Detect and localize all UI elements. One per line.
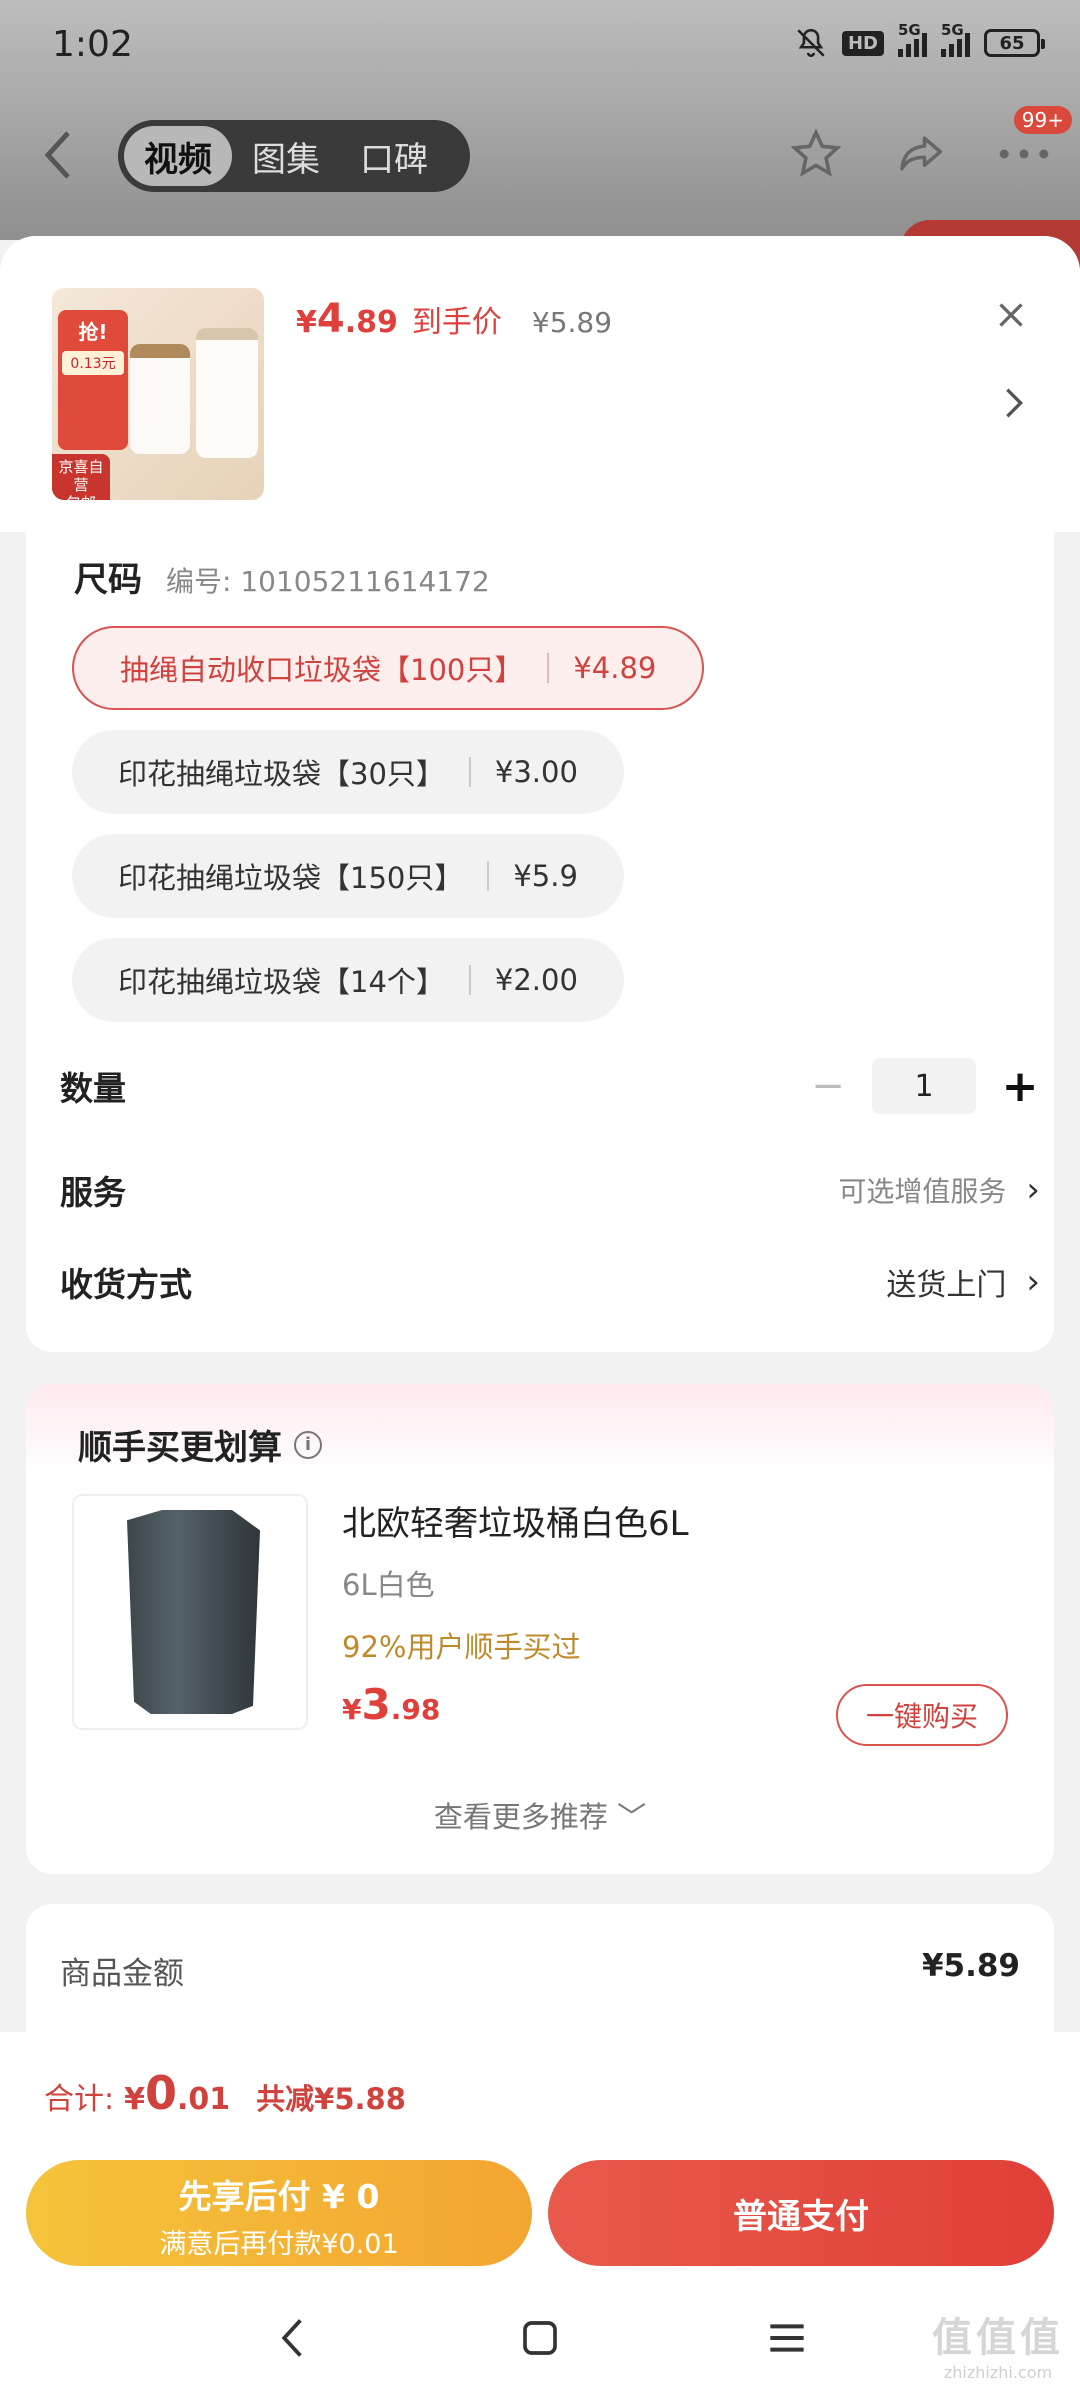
spec-label: 尺码 (74, 560, 142, 600)
spec-option-30[interactable]: 印花抽绳垃圾袋【30只】 ¥3.00 (72, 730, 624, 814)
amount-label: 商品金额 (60, 1956, 184, 1992)
final-price: ¥4.89 (296, 296, 398, 342)
decrease-button[interactable]: − (808, 1063, 848, 1109)
spec-option-name: 抽绳自动收口垃圾袋【100只】 (120, 653, 524, 687)
recommended-product-price: ¥3.98 (342, 1680, 441, 1729)
network-type-label-2: 5G (941, 21, 964, 39)
see-more-recommendations[interactable]: 查看更多推荐 ﹀ (26, 1794, 1054, 1836)
watermark: 值值值 zhizhizhi.com (932, 2315, 1064, 2382)
close-icon[interactable] (986, 292, 1036, 342)
service-value: 可选增值服务 › (838, 1170, 1040, 1210)
quantity-row: 数量 − 1 + (60, 1046, 1040, 1126)
mute-bell-icon (794, 26, 828, 60)
service-row[interactable]: 服务 可选增值服务 › (60, 1150, 1040, 1230)
product-thumbnail[interactable]: 抢! 0.13元 京喜自营 包邮 (52, 288, 264, 500)
spec-option-100[interactable]: 抽绳自动收口垃圾袋【100只】 ¥4.89 (72, 626, 705, 710)
spec-option-price: ¥3.00 (494, 755, 578, 789)
recommended-product-spec: 6L白色 (342, 1568, 435, 1602)
system-home-icon[interactable] (500, 2298, 580, 2378)
increase-button[interactable]: + (1000, 1061, 1040, 1112)
chevron-right-icon[interactable] (1004, 386, 1024, 429)
hd-icon: HD (841, 30, 884, 56)
status-time: 1:02 (52, 24, 133, 65)
spec-option-name: 印花抽绳垃圾袋【30只】 (118, 757, 445, 791)
tab-gallery[interactable]: 图集 (232, 126, 340, 186)
price-row: ¥4.89 到手价 ¥5.89 (296, 296, 612, 342)
spec-option-14[interactable]: 印花抽绳垃圾袋【14个】 ¥2.00 (72, 938, 624, 1022)
service-label: 服务 (60, 1173, 126, 1212)
system-back-icon[interactable] (253, 2298, 333, 2378)
spec-option-name: 印花抽绳垃圾袋【150只】 (118, 861, 464, 895)
tab-reviews[interactable]: 口碑 (340, 126, 448, 186)
signal-icon: 5G (898, 21, 927, 57)
total-label: 合计: (44, 2082, 115, 2117)
quantity-stepper: − 1 + (808, 1058, 1040, 1114)
quantity-value[interactable]: 1 (872, 1058, 976, 1114)
delivery-label: 收货方式 (60, 1265, 192, 1304)
more-icon[interactable]: 99+ (994, 106, 1072, 184)
star-icon[interactable] (786, 124, 846, 184)
share-icon[interactable] (890, 124, 950, 184)
recommendation-title: 顺手买更划算 i (78, 1420, 322, 1469)
delivery-row[interactable]: 收货方式 送货上门 › (60, 1242, 1040, 1322)
checkout-footer: 合计: ¥0.01 共减¥5.88 先享后付 ¥ 0 满意后再付款¥0.01 普… (0, 2032, 1080, 2400)
back-icon[interactable] (40, 125, 90, 185)
network-type-label: 5G (898, 21, 921, 39)
one-click-buy-button[interactable]: 一键购买 (836, 1684, 1008, 1746)
info-icon[interactable]: i (294, 1430, 322, 1459)
product-image-jar-2 (196, 328, 258, 458)
pay-later-subtitle: 满意后再付款¥0.01 (159, 2229, 399, 2260)
amount-row: 商品金额 ¥5.89 (60, 1948, 1020, 1993)
recommended-product-hint: 92%用户顺手买过 (342, 1630, 581, 1664)
nav-actions: 99+ (786, 106, 1072, 184)
pay-later-title: 先享后付 ¥ 0 (178, 2177, 380, 2216)
final-price-label: 到手价 (411, 305, 502, 340)
promo-tag-label: 抢! (78, 320, 108, 344)
recommended-product-name[interactable]: 北欧轻奢垃圾桶白色6L (342, 1496, 689, 1545)
spec-option-price: ¥5.9 (513, 859, 578, 893)
free-shipping-tag: 京喜自营 包邮 (52, 454, 110, 500)
spec-card: 尺码 编号: 10105211614172 抽绳自动收口垃圾袋【100只】 ¥4.… (26, 532, 1054, 1352)
spec-option-name: 印花抽绳垃圾袋【14个】 (118, 965, 445, 999)
amount-value: ¥5.89 (921, 1948, 1020, 1984)
system-menu-icon[interactable] (747, 2298, 827, 2378)
notification-badge: 99+ (1013, 106, 1072, 134)
chevron-right-icon: › (1026, 1262, 1040, 1302)
discount-total: 共减¥5.88 (256, 2082, 406, 2116)
sheet-header: 抢! 0.13元 京喜自营 包邮 ¥4.89 到手价 ¥5.89 (0, 236, 1080, 532)
pay-later-button[interactable]: 先享后付 ¥ 0 满意后再付款¥0.01 (26, 2160, 532, 2266)
original-price: ¥5.89 (531, 306, 613, 339)
signal-icon-2: 5G (941, 21, 970, 57)
system-nav-bar (0, 2288, 1080, 2388)
media-tabs: 视频 图集 口碑 (118, 120, 470, 192)
battery-icon: 65 (984, 29, 1045, 57)
total-price: ¥0.01 (124, 2066, 231, 2120)
delivery-value: 送货上门 › (886, 1262, 1040, 1303)
spec-option-150[interactable]: 印花抽绳垃圾袋【150只】 ¥5.9 (72, 834, 624, 918)
status-icons: HD 5G 5G 65 (794, 21, 1045, 60)
total-summary: 合计: ¥0.01 共减¥5.88 (44, 2066, 406, 2120)
promo-tag: 抢! 0.13元 (58, 310, 128, 450)
spec-title: 尺码 编号: 10105211614172 (74, 552, 490, 601)
normal-pay-button[interactable]: 普通支付 (548, 2160, 1054, 2266)
tab-video[interactable]: 视频 (124, 126, 232, 186)
quantity-label: 数量 (60, 1069, 126, 1108)
recommendation-card: 顺手买更划算 i 北欧轻奢垃圾桶白色6L 6L白色 92%用户顺手买过 ¥3.9… (26, 1384, 1054, 1874)
chevron-right-icon: › (1026, 1170, 1040, 1210)
spec-option-price: ¥4.89 (573, 651, 657, 685)
top-nav-bar: 视频 图集 口碑 99+ (0, 106, 1080, 200)
promo-tag-price: 0.13元 (62, 351, 124, 375)
recommended-product-image[interactable] (72, 1494, 308, 1730)
status-bar: 1:02 HD 5G 5G 65 (0, 0, 1080, 90)
product-image-jar (130, 344, 190, 454)
product-code: 编号: 10105211614172 (166, 565, 490, 598)
spec-option-price: ¥2.00 (494, 963, 578, 997)
